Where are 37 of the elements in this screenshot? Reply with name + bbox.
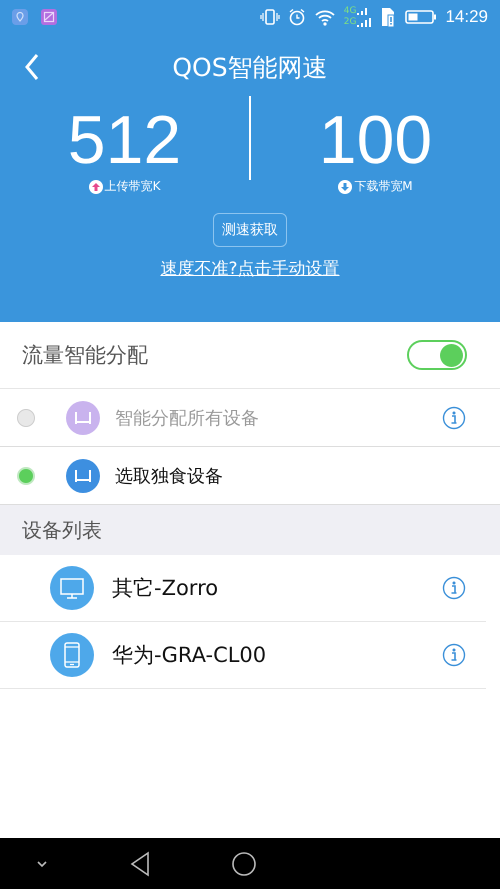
download-arrow-icon xyxy=(338,180,352,194)
info-icon[interactable] xyxy=(442,576,466,600)
bandwidth-label: 下载带宽M xyxy=(354,178,413,195)
back-triangle-icon[interactable] xyxy=(129,850,151,876)
wifi-icon xyxy=(314,8,336,26)
signal-icon xyxy=(357,6,372,28)
network-type-label: 2G xyxy=(344,17,356,28)
setting-label: 流量智能分配 xyxy=(22,342,148,369)
section-title: 设备列表 xyxy=(22,516,102,544)
toggle-switch[interactable] xyxy=(407,340,467,370)
page-title: QOS智能网速 xyxy=(172,52,328,84)
chevron-down-icon[interactable] xyxy=(35,858,49,868)
network-type-label: 4G xyxy=(344,6,356,17)
location-icon xyxy=(12,9,28,25)
bandwidth-value: 100 xyxy=(318,101,432,180)
bandwidth-value: 512 xyxy=(68,101,182,180)
vibrate-icon xyxy=(260,8,280,26)
phone-icon xyxy=(50,633,94,677)
alarm-icon xyxy=(288,8,306,26)
back-icon[interactable] xyxy=(24,53,40,81)
home-circle-icon[interactable] xyxy=(231,850,257,876)
device-row[interactable]: 其它-Zorro xyxy=(0,555,486,622)
clock-time: 14:29 xyxy=(445,7,488,27)
upload-arrow-icon xyxy=(88,180,103,194)
device-name: 其它-Zorro xyxy=(112,575,220,602)
device-row[interactable]: 华为-GRA-CL00 xyxy=(0,622,486,689)
radio-button[interactable] xyxy=(17,408,35,426)
radio-button[interactable] xyxy=(17,466,35,484)
info-icon[interactable] xyxy=(442,643,466,667)
info-icon[interactable] xyxy=(442,406,466,430)
option-label: 智能分配所有设备 xyxy=(115,406,260,430)
option-label: 选取独食设备 xyxy=(115,464,224,488)
bandwidth-label: 上传带宽K xyxy=(104,178,160,195)
battery-icon xyxy=(405,9,438,25)
device-name: 华为-GRA-CL00 xyxy=(112,642,268,669)
image-icon xyxy=(41,9,57,25)
monitor-icon xyxy=(50,566,94,610)
